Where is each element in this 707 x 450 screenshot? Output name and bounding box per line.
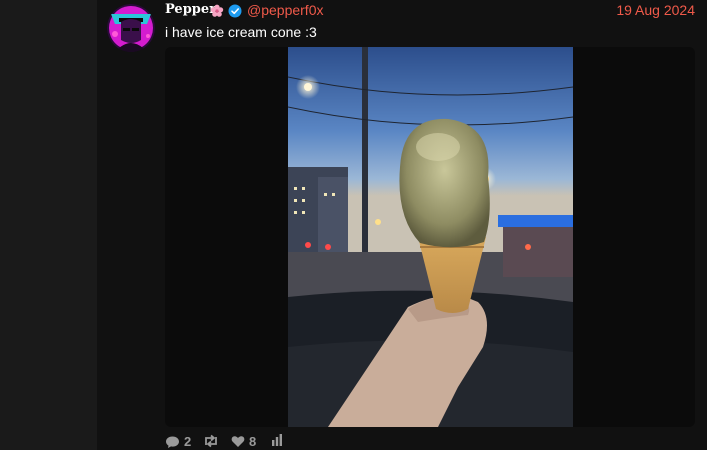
stats-action[interactable] (271, 434, 283, 446)
repost-icon (203, 434, 219, 448)
sakura-flower-icon (210, 4, 224, 18)
feed-page: Pepper @pepperf0x 19 Aug 2024 i have ice… (0, 0, 707, 450)
stats-icon (271, 434, 283, 446)
avatar[interactable] (107, 4, 155, 52)
post-header: Pepper @pepperf0x 19 Aug 2024 (165, 2, 697, 20)
like-action[interactable]: 8 (231, 434, 256, 449)
repost-action[interactable] (203, 434, 219, 448)
reply-icon (165, 435, 180, 449)
media-container[interactable] (165, 47, 695, 427)
display-name[interactable]: Pepper (165, 2, 216, 17)
post-date[interactable]: 19 Aug 2024 (616, 2, 695, 18)
post-actions: 2 8 (165, 434, 365, 450)
post-text: i have ice cream cone :3 (165, 24, 317, 40)
user-handle[interactable]: @pepperf0x (247, 2, 323, 18)
like-icon (231, 435, 245, 448)
reply-count: 2 (184, 434, 192, 449)
post-card[interactable]: Pepper @pepperf0x 19 Aug 2024 i have ice… (97, 0, 707, 450)
reply-action[interactable]: 2 (165, 434, 191, 449)
verified-badge-icon (228, 4, 242, 18)
like-count: 8 (249, 434, 257, 449)
post-photo[interactable] (288, 47, 573, 427)
